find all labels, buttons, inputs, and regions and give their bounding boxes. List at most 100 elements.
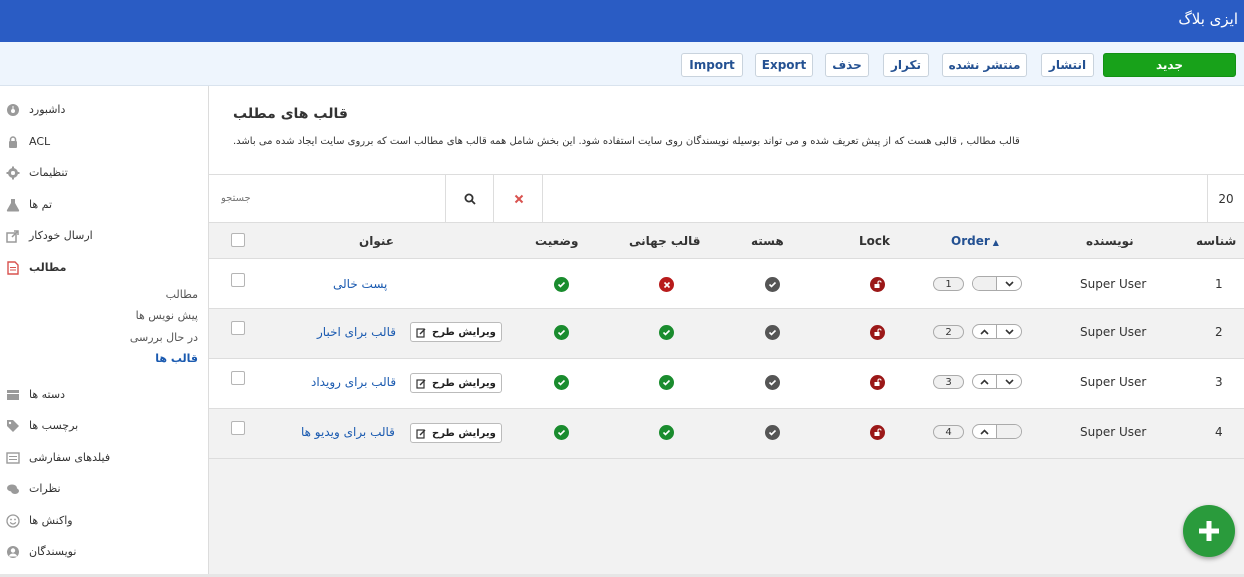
flask-icon: [6, 199, 20, 212]
column-title[interactable]: عنوان: [359, 234, 394, 248]
search-bar: 20: [209, 174, 1244, 223]
row-checkbox[interactable]: [231, 371, 245, 385]
edit-layout-button[interactable]: ویرایش طرح: [410, 322, 502, 342]
sidebar-item-tags[interactable]: برچسب ها: [0, 416, 209, 436]
plus-icon: [1199, 521, 1219, 541]
edit-layout-label: ویرایش طرح: [432, 427, 496, 439]
order-arrows: [972, 276, 1022, 291]
sidebar-item-label: برچسب ها: [29, 419, 79, 432]
column-status[interactable]: وضعیت: [535, 234, 578, 248]
delete-button[interactable]: حذف: [825, 53, 869, 77]
global-yes-icon[interactable]: [659, 425, 674, 440]
edit-layout-button[interactable]: ویرایش طرح: [410, 423, 502, 443]
new-button[interactable]: جدید: [1103, 53, 1236, 77]
status-published-icon[interactable]: [554, 375, 569, 390]
folder-icon: [7, 390, 19, 400]
sidebar-item-authors[interactable]: نویسندگان: [0, 542, 209, 562]
lock-icon: [9, 136, 17, 148]
move-down-button[interactable]: [997, 325, 1021, 338]
global-yes-icon[interactable]: [659, 325, 674, 340]
edit-icon: [416, 378, 426, 389]
select-all-checkbox[interactable]: [231, 233, 245, 247]
column-core[interactable]: هسته: [751, 234, 784, 248]
sidebar-item-reactions[interactable]: واکنش ها: [0, 511, 209, 531]
export-button[interactable]: Export: [755, 53, 813, 77]
sidebar-item-categories[interactable]: دسته ها: [0, 385, 209, 405]
add-fab-button[interactable]: [1183, 505, 1235, 557]
search-input[interactable]: [209, 175, 446, 222]
move-down-button[interactable]: [997, 375, 1021, 388]
template-title-link[interactable]: قالب برای ویدیو ها: [301, 425, 395, 439]
core-check-icon: [765, 425, 780, 440]
sidebar-subitem-posts[interactable]: مطالب: [0, 288, 198, 301]
move-up-button[interactable]: [973, 375, 998, 388]
sidebar-item-acl[interactable]: ACL: [0, 132, 209, 152]
close-icon: [514, 194, 523, 203]
sidebar-item-settings[interactable]: تنظیمات: [0, 163, 209, 183]
order-arrows: [972, 424, 1022, 439]
limit-select[interactable]: 20: [1207, 175, 1244, 222]
template-title-link[interactable]: قالب برای اخبار: [317, 325, 396, 339]
global-no-icon[interactable]: [659, 277, 674, 292]
sidebar-item-posts[interactable]: مطالب: [0, 258, 209, 278]
order-arrows: [972, 324, 1022, 339]
table-row: قالب برای رویداد ویرایش طرح 3 Super User…: [209, 359, 1244, 409]
gear-icon: [6, 166, 20, 180]
chevron-down-icon: [1004, 378, 1014, 385]
template-title-link[interactable]: پست خالی: [333, 277, 387, 291]
sidebar-item-label: نظرات: [29, 482, 61, 495]
row-checkbox[interactable]: [231, 421, 245, 435]
status-published-icon[interactable]: [554, 325, 569, 340]
core-check-icon: [765, 375, 780, 390]
status-published-icon[interactable]: [554, 277, 569, 292]
sidebar-item-label: مطالب: [29, 261, 67, 274]
edit-layout-label: ویرایش طرح: [432, 377, 496, 389]
column-author[interactable]: نویسنده: [1086, 234, 1134, 248]
move-up-button-disabled: [973, 277, 998, 290]
publish-button[interactable]: انتشار: [1041, 53, 1094, 77]
sidebar-subitem-pending[interactable]: در حال بررسی: [0, 331, 198, 344]
unlock-icon[interactable]: [870, 277, 885, 292]
unlock-icon[interactable]: [870, 325, 885, 340]
global-yes-icon[interactable]: [659, 375, 674, 390]
duplicate-button[interactable]: تکرار: [883, 53, 929, 77]
sidebar-item-comments[interactable]: نظرات: [0, 479, 209, 499]
import-button[interactable]: Import: [681, 53, 743, 77]
list-icon: [6, 452, 20, 464]
unlock-icon[interactable]: [870, 375, 885, 390]
document-icon: [7, 261, 19, 275]
search-button[interactable]: [446, 175, 494, 222]
clear-search-button[interactable]: [495, 175, 543, 222]
chevron-up-icon: [980, 328, 989, 335]
status-published-icon[interactable]: [554, 425, 569, 440]
unpublish-button[interactable]: منتشر نشده: [942, 53, 1027, 77]
sidebar-item-custom-fields[interactable]: فیلدهای سفارشی: [0, 448, 209, 468]
template-title-link[interactable]: قالب برای رویداد: [311, 375, 396, 389]
row-id: 1: [1215, 277, 1223, 291]
sidebar-subitem-drafts[interactable]: پیش نویس ها: [0, 309, 198, 322]
author-name: Super User: [1080, 277, 1147, 291]
column-order[interactable]: Order ▲: [951, 234, 999, 248]
column-id[interactable]: شناسه: [1196, 234, 1236, 248]
sidebar-item-dashboard[interactable]: داشبورد: [0, 100, 209, 120]
row-checkbox[interactable]: [231, 321, 245, 335]
row-checkbox[interactable]: [231, 273, 245, 287]
move-down-button[interactable]: [997, 277, 1021, 290]
page-header: قالب های مطلب قالب مطالب , قالبی هست که …: [209, 86, 1244, 174]
move-up-button[interactable]: [973, 425, 998, 438]
share-icon: [6, 230, 19, 243]
sidebar-item-label: نویسندگان: [29, 545, 77, 558]
move-up-button[interactable]: [973, 325, 998, 338]
edit-layout-button[interactable]: ویرایش طرح: [410, 373, 502, 393]
toolbar: Import Export حذف تکرار منتشر نشده انتشا…: [0, 42, 1244, 86]
core-check-icon: [765, 277, 780, 292]
page-title: قالب های مطلب: [233, 106, 348, 122]
row-id: 3: [1215, 375, 1223, 389]
unlock-icon[interactable]: [870, 425, 885, 440]
sidebar-item-themes[interactable]: تم ها: [0, 195, 209, 215]
column-global[interactable]: قالب جهانی: [629, 234, 700, 248]
column-lock[interactable]: Lock: [859, 234, 890, 248]
sidebar-subitem-templates[interactable]: قالب ها: [0, 352, 198, 365]
sidebar-item-label: داشبورد: [29, 103, 66, 116]
sidebar-item-autopost[interactable]: ارسال خودکار: [0, 226, 209, 246]
